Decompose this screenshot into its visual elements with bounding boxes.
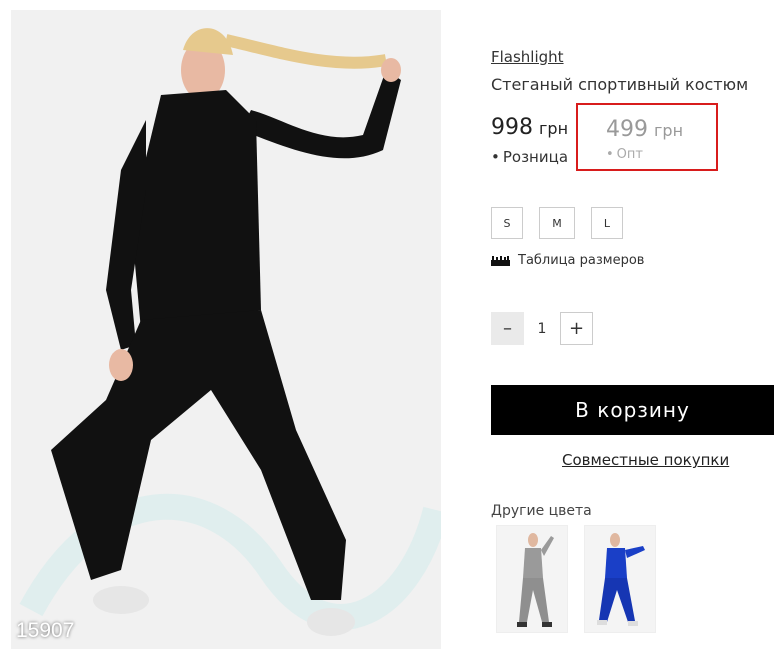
retail-price-label: Розница — [491, 148, 568, 166]
product-title: Стеганый спортивный костюм — [491, 75, 749, 94]
ruler-icon — [491, 255, 510, 266]
size-option-l[interactable]: L — [591, 207, 623, 239]
quantity-increase-button[interactable]: + — [560, 312, 593, 345]
retail-price-currency: грн — [539, 119, 569, 138]
retail-price-value: 998 — [491, 115, 533, 140]
quantity-stepper: – 1 + — [491, 312, 593, 345]
wholesale-price-value: 499 — [606, 117, 648, 142]
wholesale-price-highlight: 499 грн Опт — [576, 103, 718, 171]
retail-price: 998 грн Розница — [491, 115, 568, 166]
brand-link[interactable]: Flashlight — [491, 48, 564, 66]
wholesale-price-currency: грн — [654, 121, 684, 140]
product-photo[interactable]: 15907 — [11, 10, 441, 649]
joint-purchase-link[interactable]: Совместные покупки — [562, 451, 729, 469]
model-figure-illustration — [11, 10, 441, 649]
size-selector: S M L — [491, 207, 623, 239]
add-to-cart-button[interactable]: В корзину — [491, 385, 774, 435]
color-variant-gray-thumbnail[interactable] — [497, 526, 567, 632]
other-colors-heading: Другие цвета — [491, 503, 592, 519]
size-option-s[interactable]: S — [491, 207, 523, 239]
quantity-value[interactable]: 1 — [524, 321, 560, 337]
wholesale-price-label: Опт — [606, 147, 683, 162]
size-table-link[interactable]: Таблица размеров — [491, 253, 644, 268]
size-table-label: Таблица размеров — [518, 253, 645, 268]
gray-suit-figure — [497, 526, 567, 632]
photo-article-number: 15907 — [16, 619, 75, 642]
size-option-m[interactable]: M — [539, 207, 575, 239]
blue-suit-figure — [585, 526, 655, 632]
quantity-decrease-button[interactable]: – — [491, 312, 524, 345]
color-variant-blue-thumbnail[interactable] — [585, 526, 655, 632]
